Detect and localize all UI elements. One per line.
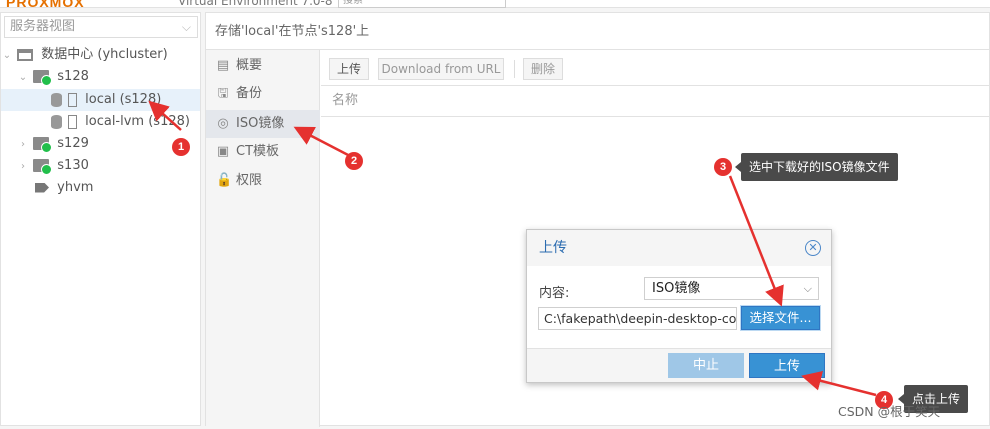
choose-file-button[interactable]: 选择文件... <box>741 306 820 330</box>
tree-item-datacenter[interactable]: ⌄ 数据中心 (yhcluster) <box>1 44 200 66</box>
disk-icon <box>68 114 77 129</box>
tree-item-label: 数据中心 (yhcluster) <box>41 47 168 62</box>
view-selector-value: 服务器视图 <box>10 19 76 34</box>
tree-item-label: local (s128) <box>85 92 162 107</box>
column-header-name[interactable]: 名称 <box>332 93 358 108</box>
nav-item-backup[interactable]: 🖫 备份 <box>206 80 320 108</box>
server-online-icon <box>33 137 53 153</box>
view-selector[interactable]: 服务器视图 ⌵ <box>4 16 198 38</box>
upload-dialog: 上传 ✕ 内容: ISO镜像 ⌵ C:\fakepath\deepin-desk… <box>526 229 832 383</box>
dialog-title: 上传 <box>539 240 567 256</box>
tree-item-label: yhvm <box>57 180 94 195</box>
toolbar-divider <box>514 60 515 78</box>
dialog-body: 内容: ISO镜像 ⌵ C:\fakepath\deepin-desktop-c… <box>527 266 831 348</box>
lock-icon: 🔓 <box>216 173 233 188</box>
app-logo: PROXMOX <box>6 0 85 10</box>
collapse-icon[interactable]: ⌄ <box>1 45 13 67</box>
grid-header: 名称 <box>321 87 990 117</box>
dialog-upload-button[interactable]: 上传 <box>749 353 825 378</box>
collapse-icon[interactable]: ⌄ <box>17 67 29 89</box>
nav-item-label: 备份 <box>236 86 263 101</box>
tree-item-label: s129 <box>57 136 89 151</box>
template-icon: ▣ <box>216 144 230 159</box>
tree-item-label: s130 <box>57 158 89 173</box>
abort-button[interactable]: 中止 <box>668 353 744 378</box>
storage-icon <box>51 114 62 129</box>
search-input[interactable]: 搜索 <box>338 0 506 8</box>
nav-item-label: 权限 <box>236 173 263 188</box>
step-badge-1: 1 <box>172 138 190 156</box>
tree-item-node-s129[interactable]: › s129 <box>1 133 200 155</box>
content-label: 内容: <box>539 286 570 301</box>
download-url-button[interactable]: Download from URL <box>378 58 504 80</box>
step-badge-2: 2 <box>345 152 363 170</box>
app-title: Virtual Environment 7.0-8 <box>178 0 333 8</box>
annotation-tip-step3: 选中下载好的ISO镜像文件 <box>735 153 898 181</box>
nav-item-iso[interactable]: ◎ ISO镜像 <box>206 110 320 138</box>
dialog-footer: 中止 上传 <box>527 348 831 382</box>
nav-item-summary[interactable]: ▤ 概要 <box>206 52 320 80</box>
tree-item-label: local-lvm (s128) <box>85 114 190 129</box>
tree-item-tag-yhvm[interactable]: yhvm <box>1 177 200 199</box>
tree-item-label: s128 <box>57 69 89 84</box>
delete-button[interactable]: 删除 <box>523 58 563 80</box>
toolbar: 上传 Download from URL 删除 <box>321 50 990 86</box>
close-icon[interactable]: ✕ <box>805 240 821 256</box>
file-path-field[interactable]: C:\fakepath\deepin-desktop-com <box>538 307 737 330</box>
nav-item-label: ISO镜像 <box>236 116 285 131</box>
app-header: PROXMOX Virtual Environment 7.0-8 搜索 <box>0 0 990 10</box>
storage-icon <box>51 92 62 107</box>
disk-icon <box>68 92 77 107</box>
nav-item-label: CT模板 <box>236 144 280 159</box>
chevron-down-icon: ⌵ <box>181 20 191 34</box>
backup-icon: 🖫 <box>217 86 229 101</box>
nav-item-label: 概要 <box>236 58 263 73</box>
server-online-icon <box>33 70 53 86</box>
tag-icon <box>35 182 49 193</box>
page-title: 存储'local'在节点's128'上 <box>206 13 990 50</box>
nav-item-permissions[interactable]: 🔓 权限 <box>206 167 320 195</box>
tree-item-storage-local-lvm[interactable]: local-lvm (s128) <box>1 111 200 133</box>
expand-icon[interactable]: › <box>17 156 29 178</box>
dialog-header: 上传 ✕ <box>527 230 831 266</box>
server-online-icon <box>33 159 53 175</box>
watermark: CSDN @根于笑天 <box>838 404 941 419</box>
summary-icon: ▤ <box>216 58 230 73</box>
tree-item-node-s130[interactable]: › s130 <box>1 155 200 177</box>
upload-button[interactable]: 上传 <box>329 58 369 80</box>
tree-item-storage-local[interactable]: local (s128) <box>1 89 200 111</box>
content-select-value: ISO镜像 <box>652 281 701 296</box>
tree-item-node-s128[interactable]: ⌄ s128 <box>1 66 200 88</box>
expand-icon[interactable]: › <box>17 134 29 156</box>
iso-icon: ◎ <box>217 116 229 131</box>
datacenter-icon <box>17 48 34 61</box>
step-badge-3: 3 <box>714 158 732 176</box>
content-select[interactable]: ISO镜像 ⌵ <box>644 277 819 300</box>
nav-item-ct-template[interactable]: ▣ CT模板 <box>206 138 320 166</box>
storage-subnav: ▤ 概要 🖫 备份 ◎ ISO镜像 ▣ CT模板 🔓 权限 <box>206 50 320 427</box>
resource-tree-panel: 服务器视图 ⌵ ⌄ 数据中心 (yhcluster) ⌄ s128 local … <box>0 12 201 426</box>
chevron-down-icon: ⌵ <box>803 282 812 295</box>
